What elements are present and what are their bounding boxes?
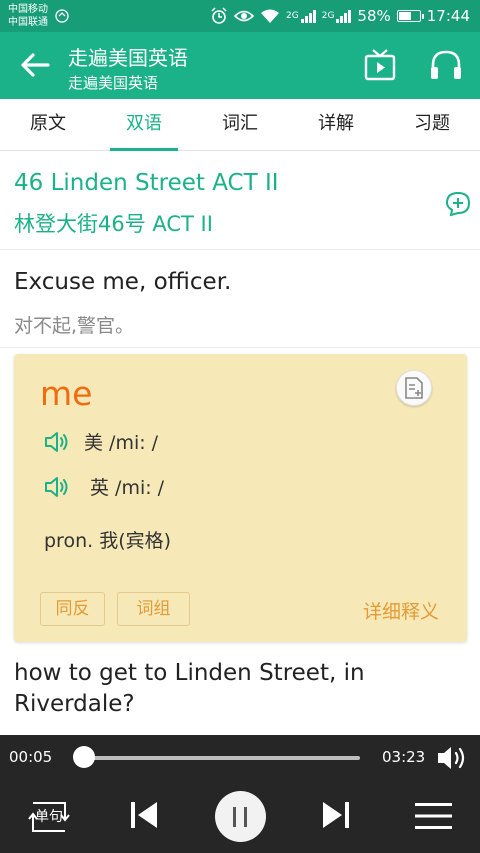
back-arrow-icon[interactable] — [18, 50, 52, 80]
next-icon[interactable] — [320, 799, 352, 831]
previous-icon[interactable] — [128, 799, 160, 831]
lesson-title-en: 46 Linden Street ACT II — [14, 170, 279, 196]
total-time: 03:23 — [382, 748, 426, 766]
sentence-en[interactable]: how to get to Linden Street, in Riverdal… — [14, 658, 454, 720]
audio-player: 00:05 03:23 单句 — [0, 735, 480, 853]
page-title: 走遍美国英语 — [68, 46, 188, 70]
word-headword: me — [40, 374, 93, 413]
app-bar: 走遍美国英语 走遍美国英语 — [0, 32, 480, 99]
tab-original[interactable]: 原文 — [0, 99, 96, 150]
tab-explanation[interactable]: 详解 — [288, 99, 384, 150]
pronunciation-us[interactable]: 美 /mi: / — [44, 428, 158, 455]
synonyms-antonyms-button[interactable]: 同反 — [40, 592, 105, 626]
carrier-1: 中国移动 — [8, 4, 48, 15]
uk-phonetic: 英 /mi: / — [90, 477, 165, 499]
page-subtitle: 走遍美国英语 — [68, 74, 159, 92]
lesson-title-cn: 林登大街46号 ACT II — [14, 212, 213, 236]
tab-bar: 原文 双语 词汇 详解 习题 — [0, 99, 480, 151]
wifi-icon — [260, 8, 280, 24]
phrases-button[interactable]: 词组 — [117, 592, 190, 626]
sentence-en[interactable]: Excuse me, officer. — [14, 269, 231, 295]
note-add-icon — [405, 377, 423, 399]
tab-vocabulary[interactable]: 词汇 — [192, 99, 288, 150]
detailed-definition-link[interactable]: 详细释义 — [363, 597, 439, 624]
battery-icon — [396, 10, 424, 22]
network-type-2: 2G — [321, 11, 335, 21]
repeat-mode-button[interactable]: 单句 — [27, 799, 71, 835]
pronunciation-uk[interactable]: 英 /mi: / — [44, 473, 164, 500]
speaker-icon — [45, 431, 68, 452]
us-phonetic: 美 /mi: / — [84, 432, 159, 454]
current-time: 00:05 — [9, 748, 53, 766]
word-definition: pron. 我(宾格) — [44, 530, 172, 552]
carrier-2: 中国联通 — [8, 17, 48, 28]
word-popup-card: me 美 /mi: / 英 /mi: / pron. 我(宾格) 同反 词组 详… — [14, 354, 467, 642]
speaker-icon — [45, 476, 68, 497]
pause-icon — [232, 806, 247, 827]
volume-icon[interactable] — [436, 744, 470, 772]
sentence-cn: 对不起,警官。 — [14, 315, 135, 337]
signal-2-icon — [336, 9, 352, 23]
signal-1-icon — [300, 9, 316, 23]
status-bar: 中国移动 中国联通 2G 2G 58% 17:44 — [0, 0, 480, 32]
alarm-icon — [210, 7, 228, 25]
pause-button[interactable] — [215, 791, 266, 842]
headphones-icon[interactable] — [428, 48, 464, 82]
divider — [0, 347, 480, 348]
playlist-menu-icon[interactable] — [415, 801, 452, 831]
divider — [0, 249, 480, 250]
battery-percent: 58% — [357, 7, 391, 25]
progress-knob[interactable] — [73, 746, 96, 768]
eye-icon — [234, 9, 255, 23]
add-bookmark-icon[interactable] — [445, 191, 471, 217]
network-type-1: 2G — [286, 11, 299, 21]
tab-bilingual[interactable]: 双语 — [96, 99, 192, 151]
tv-play-icon[interactable] — [363, 48, 397, 82]
progress-track[interactable] — [77, 756, 360, 760]
sync-icon — [55, 9, 69, 23]
tab-exercises[interactable]: 习题 — [384, 99, 480, 150]
clock: 17:44 — [426, 7, 470, 25]
add-to-wordbook-button[interactable] — [396, 370, 432, 406]
repeat-mode-label: 单句 — [35, 809, 63, 825]
